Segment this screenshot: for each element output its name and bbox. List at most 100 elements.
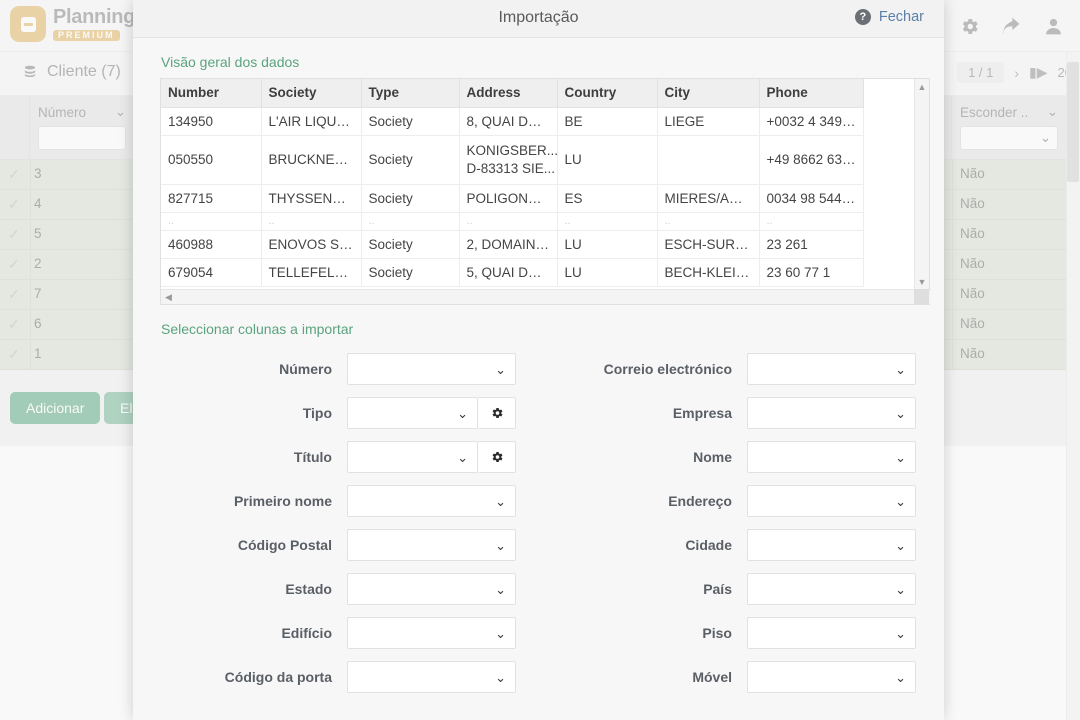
preview-cell-society: TELLEFELD S...	[261, 258, 361, 286]
preview-scroll-corner	[914, 289, 929, 304]
chevron-down-icon: ⌄	[895, 451, 906, 464]
preview-cell-type: Society	[361, 107, 459, 135]
preview-cell-country: ES	[557, 184, 657, 212]
mapping-field-left-1: ⌄	[347, 391, 532, 435]
preview-row: 050550BRUCKNER S...SocietyKONIGSBER...D-…	[161, 135, 863, 184]
chevron-down-icon: ⌄	[895, 539, 906, 552]
mapping-select-left-7[interactable]: ⌄	[347, 661, 516, 693]
mapping-select-right-3[interactable]: ⌄	[747, 485, 916, 517]
preview-cell-address: 8, QUAI DES ...	[459, 107, 557, 135]
mapping-select-right-2[interactable]: ⌄	[747, 441, 916, 473]
chevron-down-icon: ⌄	[895, 627, 906, 640]
close-modal-button[interactable]: ? Fechar	[855, 9, 924, 25]
mapping-select-right-5[interactable]: ⌄	[747, 573, 916, 605]
select-columns-title: Seleccionar colunas a importar	[161, 321, 930, 337]
preview-cell-phone: 23 60 77 1	[759, 258, 863, 286]
mapping-field-left-2: ⌄	[347, 435, 532, 479]
preview-row: 134950L'AIR LIQUIDE...Society8, QUAI DES…	[161, 107, 863, 135]
mapping-select-right-7[interactable]: ⌄	[747, 661, 916, 693]
mapping-select-right-1[interactable]: ⌄	[747, 397, 916, 429]
chevron-down-icon: ⌄	[895, 407, 906, 420]
preview-cell-number: ..	[161, 212, 261, 230]
mapping-label-right-0: Correio electrónico	[532, 347, 747, 391]
preview-cell-phone: 23 261	[759, 230, 863, 258]
mapping-settings-gear-icon-left-2[interactable]	[478, 441, 516, 473]
scroll-down-icon[interactable]: ▼	[918, 277, 927, 287]
preview-address-line-1: KONIGSBER...	[467, 142, 550, 160]
modal-title: Importação	[133, 9, 944, 27]
data-preview-header-row: NumberSocietyTypeAddressCountryCityPhone	[161, 79, 863, 107]
mapping-label-left-0: Número	[147, 347, 347, 391]
preview-cell-type: ..	[361, 212, 459, 230]
chevron-down-icon: ⌄	[495, 539, 506, 552]
help-icon[interactable]: ?	[855, 9, 871, 25]
preview-cell-number: 827715	[161, 184, 261, 212]
preview-cell-address: 2, DOMAINE ...	[459, 230, 557, 258]
chevron-down-icon: ⌄	[895, 583, 906, 596]
preview-cell-type: Society	[361, 230, 459, 258]
preview-cell-city: BECH-KLEIN...	[657, 258, 759, 286]
preview-cell-society: ENOVOS SER...	[261, 230, 361, 258]
preview-column-header: Society	[261, 79, 361, 107]
preview-cell-phone: +0032 4 349 ...	[759, 107, 863, 135]
close-modal-label: Fechar	[879, 9, 924, 25]
mapping-select-left-4[interactable]: ⌄	[347, 529, 516, 561]
mapping-field-right-2: ⌄	[747, 435, 932, 479]
mapping-select-left-6[interactable]: ⌄	[347, 617, 516, 649]
preview-row: 460988ENOVOS SER...Society2, DOMAINE ...…	[161, 230, 863, 258]
mapping-select-left-0[interactable]: ⌄	[347, 353, 516, 385]
preview-cell-number: 134950	[161, 107, 261, 135]
mapping-settings-gear-icon-left-1[interactable]	[478, 397, 516, 429]
mapping-label-right-1: Empresa	[532, 391, 747, 435]
mapping-field-left-4: ⌄	[347, 523, 532, 567]
mapping-label-left-5: Estado	[147, 567, 347, 611]
preview-horizontal-scrollbar[interactable]: ◀ ▶	[161, 289, 931, 304]
mapping-select-right-0[interactable]: ⌄	[747, 353, 916, 385]
preview-column-header: Address	[459, 79, 557, 107]
mapping-label-left-3: Primeiro nome	[147, 479, 347, 523]
mapping-select-right-4[interactable]: ⌄	[747, 529, 916, 561]
import-modal: Importação ? Fechar Visão geral dos dado…	[133, 0, 944, 720]
mapping-label-right-5: País	[532, 567, 747, 611]
preview-cell-number: 050550	[161, 135, 261, 184]
mapping-label-left-6: Edifício	[147, 611, 347, 655]
preview-cell-address: ..	[459, 212, 557, 230]
mapping-field-left-6: ⌄	[347, 611, 532, 655]
chevron-down-icon: ⌄	[495, 671, 506, 684]
preview-cell-society: BRUCKNER S...	[261, 135, 361, 184]
mapping-select-right-6[interactable]: ⌄	[747, 617, 916, 649]
mapping-label-left-7: Código da porta	[147, 655, 347, 699]
mapping-label-left-1: Tipo	[147, 391, 347, 435]
mapping-label-right-2: Nome	[532, 435, 747, 479]
chevron-down-icon: ⌄	[457, 451, 468, 464]
mapping-label-right-7: Móvel	[532, 655, 747, 699]
mapping-field-right-7: ⌄	[747, 655, 932, 699]
mapping-label-right-6: Piso	[532, 611, 747, 655]
mapping-select-left-2[interactable]: ⌄	[347, 441, 478, 473]
modal-body: Visão geral dos dados NumberSocietyTypeA…	[133, 54, 944, 699]
scroll-up-icon[interactable]: ▲	[918, 82, 927, 92]
preview-row: 679054TELLEFELD S...Society5, QUAI DE L.…	[161, 258, 863, 286]
preview-cell-country: LU	[557, 258, 657, 286]
preview-cell-address: POLIGONO I...	[459, 184, 557, 212]
chevron-down-icon: ⌄	[495, 583, 506, 596]
scroll-left-icon[interactable]: ◀	[165, 292, 172, 303]
chevron-down-icon: ⌄	[495, 627, 506, 640]
column-mapping-form: Número⌄Correio electrónico⌄Tipo⌄Empresa⌄…	[147, 347, 930, 699]
data-preview-body: 134950L'AIR LIQUIDE...Society8, QUAI DES…	[161, 107, 863, 286]
preview-cell-society: ..	[261, 212, 361, 230]
data-preview-scroll-area: NumberSocietyTypeAddressCountryCityPhone…	[161, 79, 916, 290]
mapping-label-right-3: Endereço	[532, 479, 747, 523]
preview-cell-phone: 0034 98 544 ...	[759, 184, 863, 212]
mapping-field-right-0: ⌄	[747, 347, 932, 391]
mapping-field-left-0: ⌄	[347, 347, 532, 391]
preview-cell-address: 5, QUAI DE L...	[459, 258, 557, 286]
mapping-select-left-3[interactable]: ⌄	[347, 485, 516, 517]
data-overview-title: Visão geral dos dados	[161, 54, 930, 70]
mapping-field-right-3: ⌄	[747, 479, 932, 523]
mapping-select-left-1[interactable]: ⌄	[347, 397, 478, 429]
mapping-select-left-5[interactable]: ⌄	[347, 573, 516, 605]
preview-cell-country: LU	[557, 135, 657, 184]
preview-vertical-scrollbar[interactable]: ▲ ▼	[914, 79, 929, 290]
data-preview-panel: NumberSocietyTypeAddressCountryCityPhone…	[160, 78, 930, 305]
